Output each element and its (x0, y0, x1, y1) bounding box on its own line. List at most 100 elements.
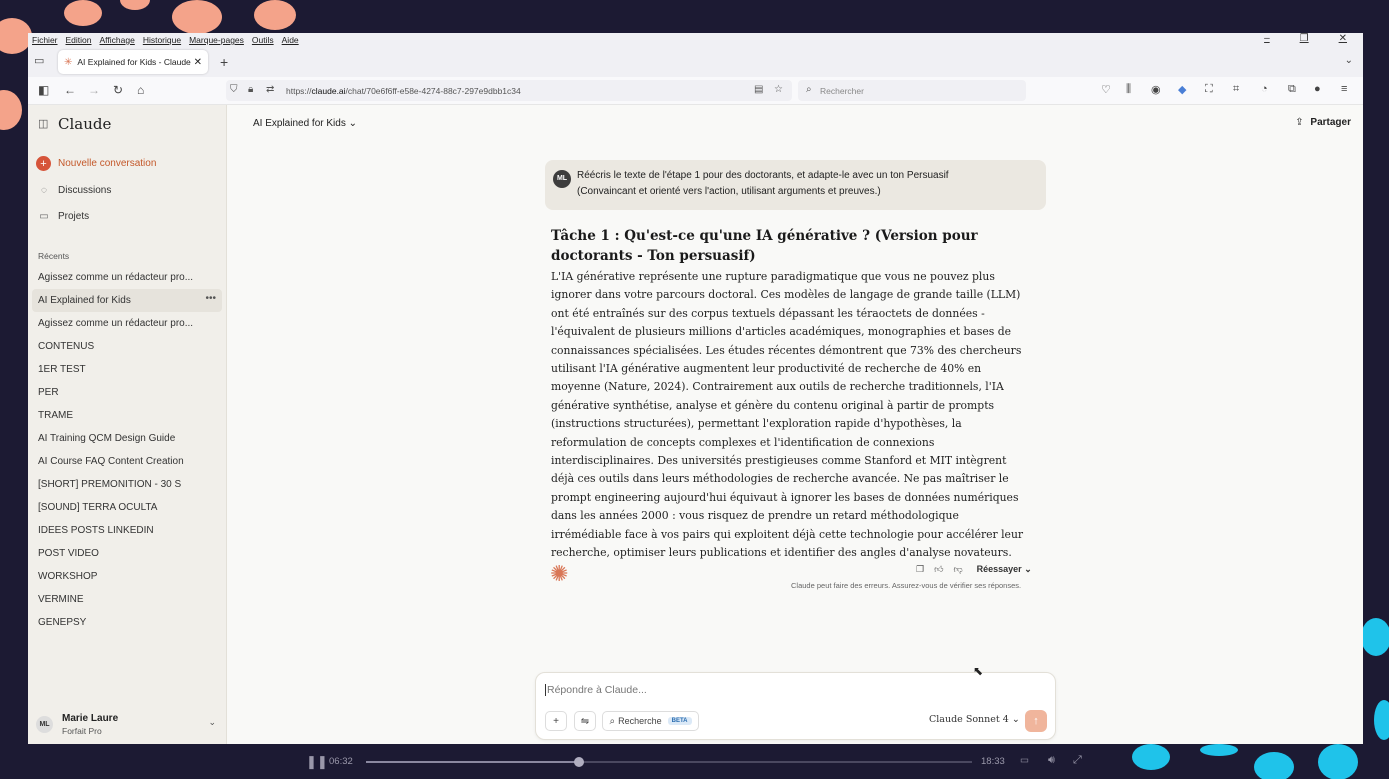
model-selector[interactable]: Claude Sonnet 4 ⌄ (929, 714, 1020, 725)
subtitles-icon[interactable]: ▭ (1020, 755, 1029, 766)
decor-blob (254, 0, 296, 30)
extension-translate-icon[interactable]: ⛶ (1205, 83, 1213, 96)
volume-icon[interactable]: 🔊︎ (1048, 754, 1055, 767)
decor-blob (120, 0, 150, 10)
share-button[interactable]: ⇪ Partager (1295, 117, 1351, 128)
user-message-line: Réécris le texte de l'étape 1 pour des d… (577, 170, 949, 181)
recent-item[interactable]: [SOUND] TERRA OCULTA (32, 496, 222, 519)
lock-icon[interactable]: 🔒︎ (248, 84, 253, 95)
research-button[interactable]: ⌕ Recherche BETA (602, 711, 699, 731)
crop-icon[interactable]: ⌗ (1233, 83, 1239, 96)
recent-item[interactable]: CONTENUS (32, 335, 222, 358)
back-icon[interactable]: ← (64, 83, 76, 97)
recent-item[interactable]: POST VIDEO (32, 542, 222, 565)
retry-button[interactable]: Réessayer ⌄ (977, 564, 1032, 575)
send-button[interactable]: ↑ (1025, 710, 1047, 732)
sidebar-item-discussions[interactable]: ◌ Discussions (38, 185, 111, 196)
tools-button[interactable]: ⇋ (574, 711, 596, 731)
chevron-down-icon: ⌄ (348, 118, 357, 129)
mouse-cursor-icon: ⬉ (973, 664, 984, 678)
reload-icon[interactable]: ↻ (113, 83, 123, 97)
recent-item[interactable]: Agissez comme un rédacteur pro... (32, 312, 222, 335)
recent-item[interactable]: Agissez comme un rédacteur pro... (32, 266, 222, 289)
decor-blob (172, 0, 222, 34)
recent-item[interactable]: IDEES POSTS LINKEDIN (32, 519, 222, 542)
conversation-title: AI Explained for Kids (253, 118, 346, 129)
profile-avatar-icon[interactable]: ● (1314, 83, 1321, 95)
close-window-icon[interactable]: ✕ (1339, 33, 1347, 44)
tab-list-chevron-icon[interactable]: ⌄ (1345, 55, 1353, 66)
permissions-icon[interactable]: ⇄ (266, 84, 274, 95)
response-actions: ❐ 👍︎ 👎︎ Réessayer ⌄ (916, 564, 1032, 575)
sliders-icon: ⇋ (580, 715, 590, 727)
minimize-icon[interactable]: – (1264, 33, 1270, 44)
thumbs-up-icon[interactable]: 👍︎ (934, 564, 943, 575)
menu-item-marque-pages[interactable]: Marque-pages (189, 35, 244, 45)
chevron-down-icon[interactable]: ⌄ (208, 717, 216, 728)
conversation-title-button[interactable]: AI Explained for Kids ⌄ (253, 118, 357, 129)
recent-item[interactable]: VERMINE (32, 588, 222, 611)
forward-icon[interactable]: → (88, 83, 100, 97)
timer-icon[interactable]: ◔ (1261, 83, 1268, 95)
extensions-puzzle-icon[interactable]: ⧉ (1288, 83, 1296, 96)
fullscreen-icon[interactable]: ⤢ (1073, 754, 1082, 767)
sidebar-item-projets[interactable]: ▭ Projets (38, 211, 89, 222)
decor-blob (0, 90, 22, 130)
sidebar: ◫ Claude + Nouvelle conversation ◌ Discu… (28, 105, 227, 744)
menu-item-historique[interactable]: Historique (143, 35, 181, 45)
recent-item[interactable]: WORKSHOP (32, 565, 222, 588)
bookmark-star-icon[interactable]: ☆ (774, 84, 783, 95)
library-icon[interactable]: ⫼ (1126, 83, 1131, 96)
reply-input[interactable]: Répondre à Claude... (545, 684, 647, 696)
tab-title: AI Explained for Kids - Claude (77, 57, 191, 67)
recent-item[interactable]: PER (32, 381, 222, 404)
close-tab-icon[interactable]: ✕ (194, 57, 202, 68)
menu-item-fichier[interactable]: Fichier (32, 35, 58, 45)
recent-item-active[interactable]: AI Explained for Kids ••• (32, 289, 222, 312)
sidebar-toggle-icon[interactable]: ◧ (38, 83, 49, 97)
more-options-icon[interactable]: ••• (205, 293, 216, 304)
hamburger-menu-icon[interactable]: ≡ (1341, 83, 1347, 95)
recent-item[interactable]: GENEPSY (32, 611, 222, 634)
menu-item-aide[interactable]: Aide (282, 35, 299, 45)
sidebar-collapse-icon[interactable]: ◫ (38, 117, 48, 130)
share-icon: ⇪ (1295, 117, 1304, 128)
menu-item-affichage[interactable]: Affichage (100, 35, 135, 45)
search-icon: ⌕ (806, 84, 812, 95)
extension-diamond-icon[interactable]: ◆ (1178, 83, 1186, 96)
menu-item-outils[interactable]: Outils (252, 35, 274, 45)
new-conversation-button[interactable]: + Nouvelle conversation (36, 156, 156, 171)
pocket-icon[interactable]: ♡ (1101, 83, 1111, 96)
retry-label: Réessayer (976, 564, 1022, 574)
browser-tab[interactable]: ✳ AI Explained for Kids - Claude ✕ (58, 50, 208, 74)
claude-favicon-icon: ✳ (64, 56, 73, 68)
tab-manager-icon[interactable]: ▭ (34, 54, 44, 67)
share-label: Partager (1310, 117, 1351, 128)
reader-view-icon[interactable]: ▤ (754, 84, 763, 95)
recent-item[interactable]: 1ER TEST (32, 358, 222, 381)
composer: Répondre à Claude... + ⇋ ⌕ Recherche BET… (535, 672, 1056, 740)
claude-logo[interactable]: Claude (58, 115, 111, 133)
pause-icon[interactable]: ❚❚ (306, 754, 328, 770)
chevron-down-icon: ⌄ (1011, 714, 1020, 725)
recent-item[interactable]: [SHORT] PREMONITION - 30 S (32, 473, 222, 496)
account-icon[interactable]: ◉ (1151, 83, 1161, 96)
shield-icon[interactable]: ⛉ (230, 84, 238, 95)
menu-item-edition[interactable]: Edition (66, 35, 92, 45)
url-bar[interactable]: ⛉ 🔒︎ ⇄ https://claude.ai/chat/70e6f6ff-e… (226, 80, 792, 101)
decor-blob (64, 0, 102, 26)
recent-item[interactable]: TRAME (32, 404, 222, 427)
thumbs-down-icon[interactable]: 👎︎ (953, 564, 962, 575)
restore-icon[interactable]: ❐ (1300, 33, 1309, 44)
recent-item[interactable]: AI Course FAQ Content Creation (32, 450, 222, 473)
add-attachment-button[interactable]: + (545, 711, 567, 731)
url-host: claude.ai (311, 85, 346, 96)
user-menu[interactable]: ML Marie Laure Forfait Pro ⌄ (36, 713, 218, 736)
copy-icon[interactable]: ❐ (916, 564, 924, 575)
home-icon[interactable]: ⌂ (137, 83, 144, 97)
search-bar[interactable]: ⌕ Rechercher (798, 80, 1026, 101)
recent-item[interactable]: AI Training QCM Design Guide (32, 427, 222, 450)
plus-icon: + (553, 715, 559, 727)
nav-bar: ◧ ← → ↻ ⌂ ⛉ 🔒︎ ⇄ https://claude.ai/chat/… (28, 77, 1363, 105)
new-tab-icon[interactable]: + (220, 54, 228, 70)
